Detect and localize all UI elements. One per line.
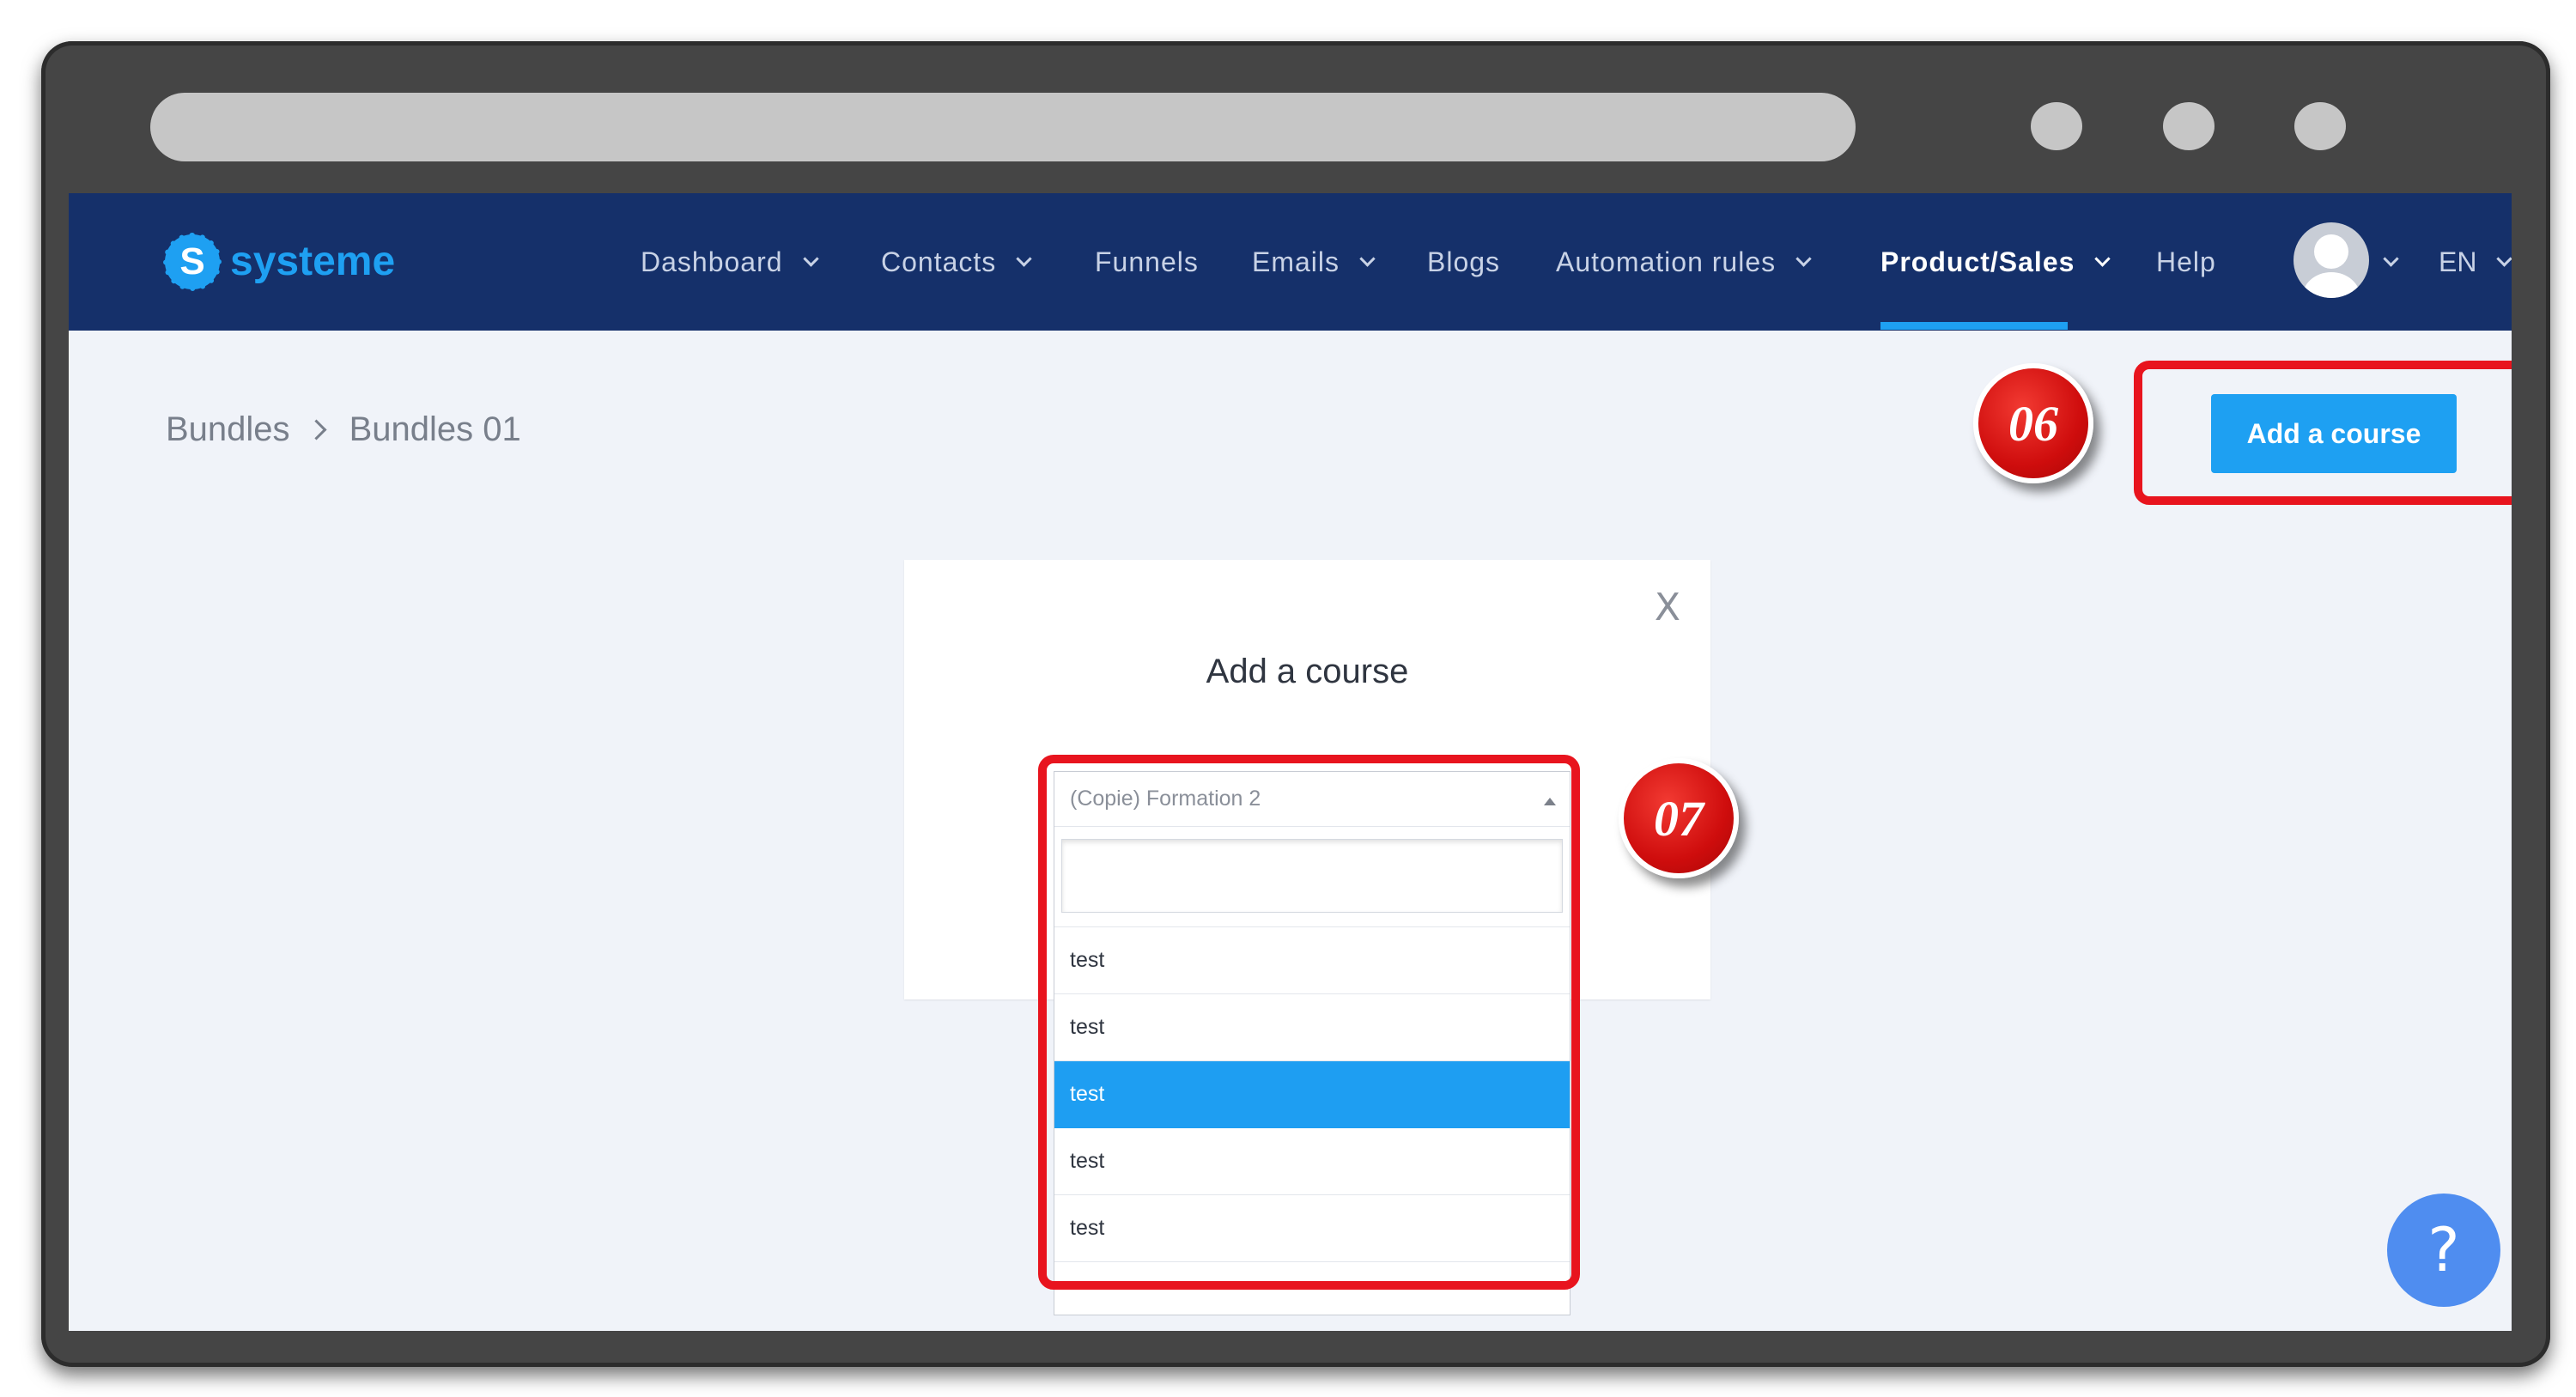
- annotation-step-badge: 06: [1973, 363, 2093, 483]
- top-navigation: S systeme Dashboard Contacts Funnels Ema…: [69, 193, 2512, 331]
- logo-icon: S: [163, 232, 222, 291]
- annotation-highlight-box: [1038, 755, 1580, 1290]
- nav-item-blogs[interactable]: Blogs: [1427, 193, 1500, 331]
- nav-item-label: Automation rules: [1556, 246, 1777, 277]
- help-icon[interactable]: ?: [2387, 1194, 2500, 1307]
- logo-glyph: S: [179, 240, 205, 282]
- annotation-step-badge: 07: [1619, 758, 1739, 878]
- nav-item-label: Contacts: [881, 246, 997, 277]
- logo[interactable]: S systeme: [163, 229, 396, 294]
- nav-item-label: Help: [2156, 246, 2216, 277]
- chevron-right-icon: [306, 419, 327, 440]
- browser-window-button[interactable]: [2163, 102, 2215, 150]
- app-viewport: S systeme Dashboard Contacts Funnels Ema…: [69, 193, 2512, 1331]
- nav-item-emails[interactable]: Emails: [1252, 193, 1376, 331]
- nav-item-label: Dashboard: [641, 246, 783, 277]
- breadcrumb: Bundles Bundles 01: [166, 410, 521, 449]
- nav-item-label: Funnels: [1095, 246, 1199, 277]
- nav-item-automation-rules[interactable]: Automation rules: [1556, 193, 1812, 331]
- chevron-down-icon: [2094, 250, 2111, 267]
- modal-title: Add a course: [1206, 653, 1409, 690]
- breadcrumb-current: Bundles 01: [349, 410, 521, 448]
- avatar-icon[interactable]: [2293, 222, 2369, 298]
- browser-window-button[interactable]: [2294, 102, 2346, 150]
- nav-item-label: Emails: [1252, 246, 1340, 277]
- nav-item-label: Blogs: [1427, 246, 1501, 277]
- nav-item-help[interactable]: Help: [2156, 193, 2216, 331]
- logo-text: systeme: [230, 239, 396, 284]
- language-label: EN: [2439, 246, 2477, 277]
- browser-window-button[interactable]: [2031, 102, 2082, 150]
- chevron-down-icon: [1016, 250, 1032, 267]
- chevron-down-icon: [802, 250, 819, 267]
- nav-item-label: Product/Sales: [1880, 246, 2075, 277]
- language-selector[interactable]: EN: [2439, 193, 2512, 331]
- close-icon[interactable]: X: [1650, 589, 1685, 627]
- nav-item-product-sales[interactable]: Product/Sales: [1880, 193, 2111, 331]
- chevron-down-icon: [2496, 250, 2512, 267]
- nav-item-funnels[interactable]: Funnels: [1095, 193, 1199, 331]
- nav-item-dashboard[interactable]: Dashboard: [641, 193, 819, 331]
- chevron-down-icon: [1359, 250, 1376, 267]
- browser-address-bar[interactable]: [150, 93, 1856, 161]
- breadcrumb-parent[interactable]: Bundles: [166, 410, 290, 449]
- active-nav-indicator: [1880, 322, 2068, 330]
- user-menu-toggle[interactable]: [2383, 251, 2399, 269]
- chevron-down-icon: [1795, 250, 1812, 267]
- chevron-down-icon: [2383, 251, 2399, 267]
- nav-item-contacts[interactable]: Contacts: [881, 193, 1032, 331]
- annotation-highlight-box: [2134, 361, 2512, 505]
